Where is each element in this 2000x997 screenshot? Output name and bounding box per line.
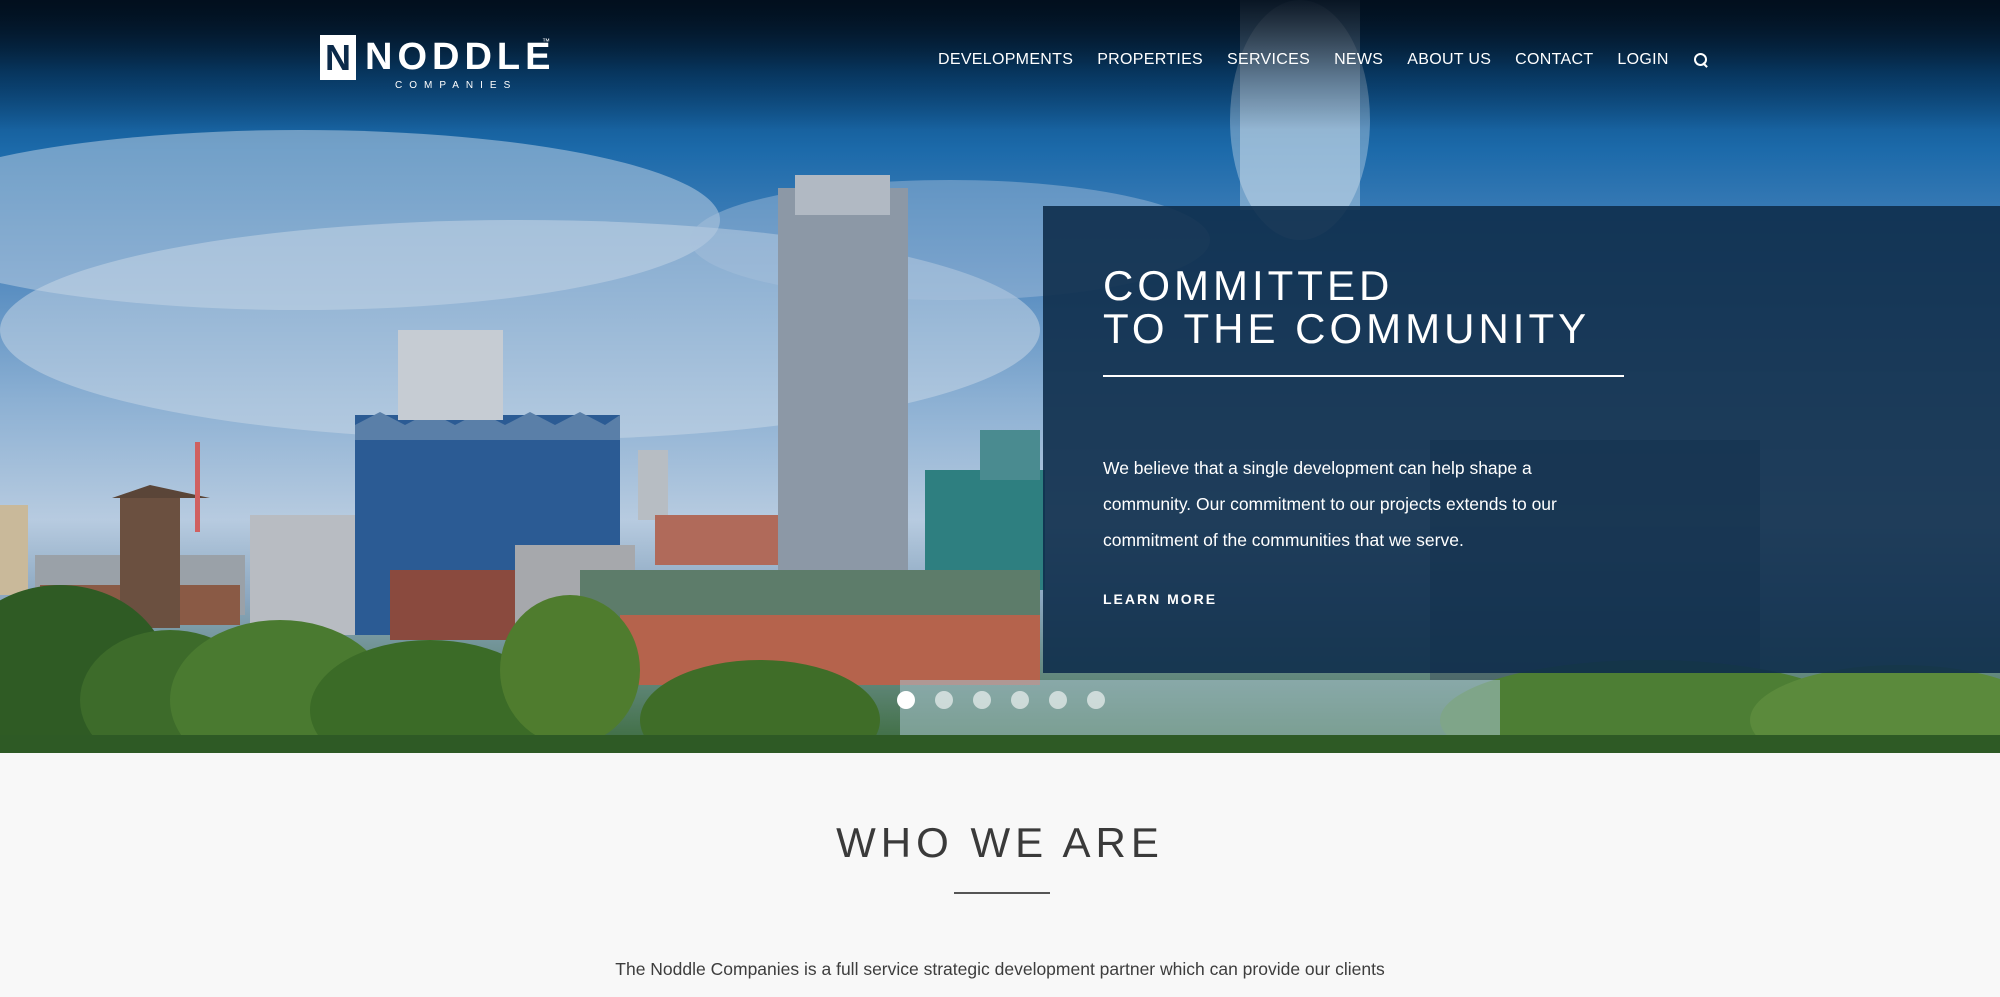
hero-divider xyxy=(1103,375,1624,377)
learn-more-link[interactable]: LEARN MORE xyxy=(1103,591,1217,607)
hero-title-line-2: TO THE COMMUNITY xyxy=(1103,305,1591,352)
who-we-are-divider xyxy=(954,892,1050,894)
nav-login[interactable]: LOGIN xyxy=(1617,50,1668,70)
slide-dot-6[interactable] xyxy=(1087,691,1105,709)
slide-dot-5[interactable] xyxy=(1049,691,1067,709)
noddle-logo[interactable]: N NODDLE ™ COMPANIES xyxy=(320,35,555,95)
logo-mark: N xyxy=(320,35,356,80)
nav-properties[interactable]: PROPERTIES xyxy=(1097,50,1203,70)
nav-contact[interactable]: CONTACT xyxy=(1515,50,1593,70)
nav-news[interactable]: NEWS xyxy=(1334,50,1383,70)
slide-dot-3[interactable] xyxy=(973,691,991,709)
hero-body-line: community. Our commitment to our project… xyxy=(1103,494,1557,514)
who-we-are-title: WHO WE ARE xyxy=(836,819,1164,866)
who-we-are-section: WHO WE ARE The Noddle Companies is a ful… xyxy=(0,753,2000,997)
nav-services[interactable]: SERVICES xyxy=(1227,50,1310,70)
slider-pagination xyxy=(897,691,1125,709)
hero-body-line: We believe that a single development can… xyxy=(1103,458,1532,478)
logo-trademark: ™ xyxy=(542,37,550,46)
logo-subtitle: COMPANIES xyxy=(395,80,518,91)
hero-caption-panel: COMMITTED TO THE COMMUNITY We believe th… xyxy=(1043,206,2000,673)
nav-about-us[interactable]: ABOUT US xyxy=(1407,50,1491,70)
slide-dot-1[interactable] xyxy=(897,691,915,709)
hero-title-line-1: COMMITTED xyxy=(1103,262,1394,309)
hero-slider: N NODDLE ™ COMPANIES DEVELOPMENTS PROPER… xyxy=(0,0,2000,753)
nav-developments[interactable]: DEVELOPMENTS xyxy=(938,50,1073,70)
hero-body-line: commitment of the communities that we se… xyxy=(1103,530,1464,550)
hero-body: We believe that a single development can… xyxy=(1103,450,1663,558)
logo-name: NODDLE xyxy=(365,36,556,78)
main-nav: DEVELOPMENTS PROPERTIES SERVICES NEWS AB… xyxy=(938,50,1709,70)
search-icon[interactable] xyxy=(1693,52,1709,68)
hero-title: COMMITTED TO THE COMMUNITY xyxy=(1103,264,1663,350)
slide-dot-2[interactable] xyxy=(935,691,953,709)
slide-dot-4[interactable] xyxy=(1011,691,1029,709)
who-we-are-text: The Noddle Companies is a full service s… xyxy=(615,959,1385,979)
